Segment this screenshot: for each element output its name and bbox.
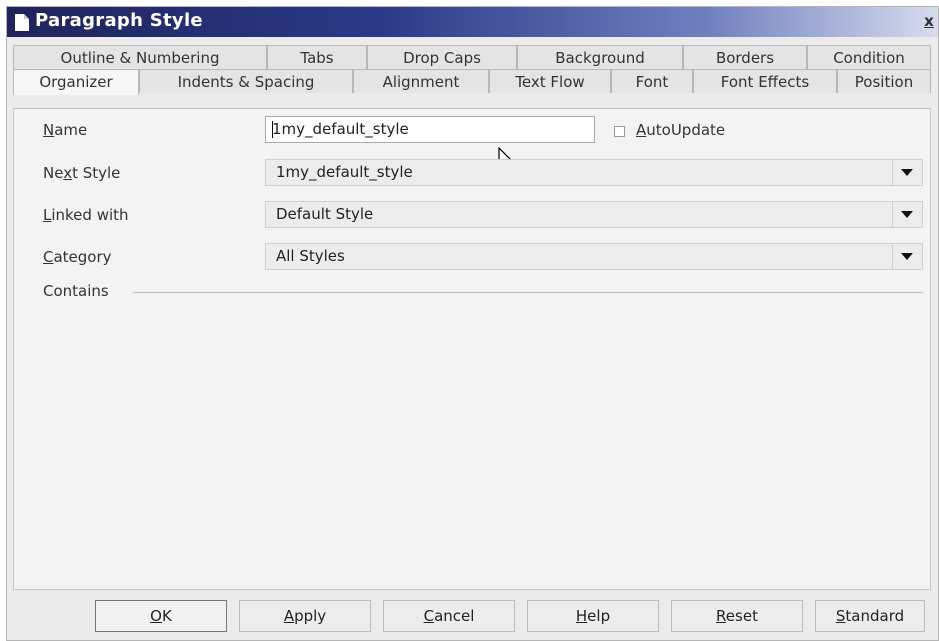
linked-with-dropdown-button[interactable] [892,202,922,227]
tab-borders[interactable]: Borders [683,45,807,69]
standard-button[interactable]: Standard [815,600,925,632]
next-style-select[interactable]: 1my_default_style [265,159,923,186]
next-style-value: 1my_default_style [276,163,413,181]
linked-with-label: Linked with [43,206,129,224]
tab-drop-caps[interactable]: Drop Caps [367,45,517,69]
help-button[interactable]: Help [527,600,659,632]
ok-button[interactable]: OK [95,600,227,632]
autoupdate-label[interactable]: AutoUpdate [636,121,725,139]
tab-indents-spacing[interactable]: Indents & Spacing [139,69,353,93]
tab-alignment[interactable]: Alignment [353,69,489,93]
dropdown-arrow-icon [901,253,913,260]
category-select[interactable]: All Styles [265,243,923,270]
title-bar[interactable]: Paragraph Style x [7,7,938,37]
tab-position[interactable]: Position [837,69,931,93]
tab-condition[interactable]: Condition [807,45,931,69]
document-icon [15,14,29,31]
name-label: Name [43,121,88,139]
tab-text-flow[interactable]: Text Flow [489,69,611,93]
tab-organizer[interactable]: Organizer [13,69,139,95]
name-input[interactable]: 1my_default_style [265,116,595,143]
close-icon[interactable]: x [922,14,936,29]
linked-with-value: Default Style [276,205,374,223]
text-caret [272,121,273,138]
contains-label: Contains [43,282,109,300]
autoupdate-checkbox[interactable] [614,126,625,137]
next-style-dropdown-button[interactable] [892,160,922,185]
tab-background[interactable]: Background [517,45,683,69]
reset-button[interactable]: Reset [671,600,803,632]
tab-outline-numbering[interactable]: Outline & Numbering [13,45,267,69]
apply-button[interactable]: Apply [239,600,371,632]
linked-with-select[interactable]: Default Style [265,201,923,228]
dialog-title: Paragraph Style [35,10,203,31]
dropdown-arrow-icon [901,211,913,218]
dropdown-arrow-icon [901,169,913,176]
next-style-label: Next Style [43,164,121,182]
organizer-panel: Name 1my_default_style AutoUpdate Next S… [13,108,931,590]
category-dropdown-button[interactable] [892,244,922,269]
tab-font[interactable]: Font [611,69,693,93]
contains-separator [133,292,923,293]
tab-font-effects[interactable]: Font Effects [693,69,837,93]
paragraph-style-dialog: Paragraph Style x Outline & Numbering Ta… [6,6,939,641]
category-label: Category [43,248,112,266]
category-value: All Styles [276,247,345,265]
tab-tabs[interactable]: Tabs [267,45,367,69]
cancel-button[interactable]: Cancel [383,600,515,632]
